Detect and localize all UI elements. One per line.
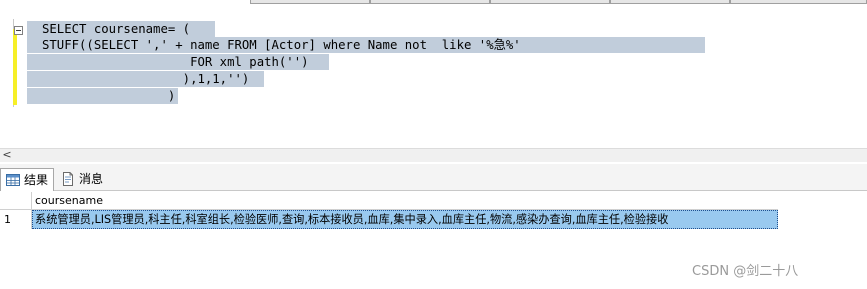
editor-tab-fragment[interactable] <box>370 0 490 4</box>
message-document-icon <box>60 171 76 187</box>
grid-icon <box>5 172 21 188</box>
scroll-left-arrow-icon[interactable]: < <box>0 149 14 162</box>
watermark: CSDN @剑二十八 <box>692 264 799 279</box>
editor-tab-fragment[interactable] <box>730 0 867 4</box>
result-tabs-bar: 结果 消息 <box>0 164 867 191</box>
tab-results-label: 结果 <box>24 173 49 187</box>
column-header-coursename[interactable]: coursename <box>33 192 103 210</box>
horizontal-scrollbar[interactable]: < <box>0 148 867 162</box>
query-editor[interactable]: SELECT coursename= ( STUFF((SELECT ',' +… <box>0 5 867 144</box>
editor-tab-fragment[interactable] <box>610 0 730 4</box>
code-line[interactable]: ),1,1,'') <box>42 71 250 87</box>
grid-corner[interactable] <box>0 192 32 210</box>
code-line[interactable]: STUFF((SELECT ',' + name FROM [Actor] wh… <box>42 37 521 53</box>
editor-tab-fragment[interactable] <box>490 0 610 4</box>
row-number[interactable]: 1 <box>0 210 32 229</box>
tab-results[interactable]: 结果 <box>0 168 54 191</box>
code-line[interactable]: SELECT coursename= ( <box>42 21 190 37</box>
collapse-icon[interactable] <box>14 26 23 35</box>
code-line[interactable]: FOR xml path('') <box>42 54 308 70</box>
tab-messages[interactable]: 消息 <box>56 168 110 191</box>
code-line[interactable]: ) <box>42 88 175 104</box>
grid-header-row: coursename <box>0 192 778 210</box>
table-row[interactable]: 1 系统管理员,LIS管理员,科主任,科室组长,检验医师,查询,标本接收员,血库… <box>0 210 778 229</box>
tab-messages-label: 消息 <box>79 172 104 186</box>
editor-tab-fragment[interactable] <box>250 0 370 4</box>
grid-cell-coursename[interactable]: 系统管理员,LIS管理员,科主任,科室组长,检验医师,查询,标本接收员,血库,集… <box>32 210 778 229</box>
change-indicator-bar <box>13 29 17 105</box>
